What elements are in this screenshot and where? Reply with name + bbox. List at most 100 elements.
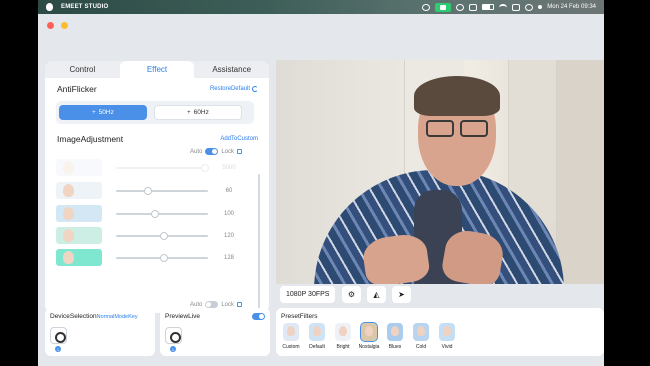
filter-default[interactable]: Default bbox=[306, 323, 328, 350]
person-glasses bbox=[426, 120, 492, 138]
normal-mode-key-link[interactable]: NormalModeKey bbox=[97, 314, 138, 320]
auto-lock-row: Auto Lock bbox=[190, 147, 243, 156]
antiflicker-60hz-button[interactable]: + 60Hz bbox=[154, 105, 242, 120]
white-balance-row: 5000 bbox=[56, 159, 246, 176]
restore-default-label: RestoreDefault bbox=[209, 86, 250, 92]
tab-effect[interactable]: Effect bbox=[119, 61, 195, 78]
filter-vivid[interactable]: Vivid bbox=[436, 323, 458, 350]
auto-label-2: Auto bbox=[190, 301, 203, 308]
display-icon[interactable] bbox=[469, 3, 478, 11]
tab-assistance[interactable]: Assistance bbox=[194, 61, 269, 78]
menu-clock[interactable]: Mon 24 Feb 09:34 bbox=[547, 4, 596, 10]
brightness-value: 60 bbox=[225, 187, 233, 194]
filter-nostalgia[interactable]: Nostalgia bbox=[358, 322, 380, 350]
menu-app-name[interactable]: EMEET STUDIO bbox=[61, 4, 108, 10]
contrast-preview bbox=[56, 205, 102, 222]
wifi-icon[interactable] bbox=[499, 3, 508, 11]
saturation-slider[interactable] bbox=[116, 231, 208, 240]
contrast-value: 100 bbox=[223, 210, 234, 217]
close-window-button[interactable] bbox=[47, 22, 54, 29]
resolution-selector[interactable]: 1080P 30FPS bbox=[280, 286, 336, 303]
brightness-slider[interactable] bbox=[116, 186, 208, 195]
live-count-badge: 1 bbox=[170, 346, 176, 352]
filter-thumbnail bbox=[283, 323, 299, 341]
white-balance-value: 5000 bbox=[222, 164, 236, 171]
auto-toggle[interactable] bbox=[205, 148, 219, 155]
saturation-slider-handle[interactable] bbox=[159, 231, 168, 240]
record-status-icon[interactable] bbox=[422, 3, 431, 11]
minimize-window-button[interactable] bbox=[61, 22, 68, 29]
preview-live-toggle[interactable] bbox=[252, 313, 265, 320]
person-hair bbox=[414, 76, 500, 116]
webcam-device-icon[interactable] bbox=[50, 327, 67, 344]
sharpness-slider[interactable] bbox=[116, 253, 208, 262]
device-count-badge: 1 bbox=[55, 346, 61, 352]
mirror-button[interactable]: ◭ bbox=[367, 286, 386, 303]
saturation-row: 120 bbox=[56, 227, 246, 244]
image-adjustment-title: ImageAdjustment bbox=[57, 134, 124, 144]
saturation-preview bbox=[56, 227, 102, 244]
settings-panel: Control Effect Assistance AntiFlicker Re… bbox=[45, 61, 269, 313]
share-button[interactable]: ➤ bbox=[392, 286, 411, 303]
restore-default-link[interactable]: RestoreDefault bbox=[210, 86, 258, 92]
menu-status-area: Mon 24 Feb 09:34 bbox=[422, 2, 596, 12]
settings-button[interactable]: ⚙ bbox=[342, 286, 361, 303]
settings-scrollbar[interactable] bbox=[258, 174, 260, 313]
antiflicker-header: AntiFlicker RestoreDefault bbox=[57, 84, 258, 94]
brightness-row: 60 bbox=[56, 182, 246, 199]
lock-icon-2[interactable] bbox=[237, 302, 243, 307]
white-balance-slider[interactable] bbox=[116, 163, 210, 172]
gear-icon: ⚙ bbox=[347, 290, 356, 299]
settings-tabs: Control Effect Assistance bbox=[45, 61, 269, 78]
spotlight-icon[interactable] bbox=[525, 3, 534, 11]
filter-blues[interactable]: Blues bbox=[384, 323, 406, 350]
antiflicker-50hz-label: 50Hz bbox=[98, 109, 114, 116]
menu-bar: EMEET STUDIO Mon 24 Feb 09:34 bbox=[38, 0, 604, 14]
filter-custom[interactable]: Custom bbox=[280, 323, 302, 350]
send-icon: ➤ bbox=[398, 290, 405, 299]
refresh-icon bbox=[252, 86, 258, 92]
filter-bright[interactable]: Bright bbox=[332, 323, 354, 350]
brightness-preview bbox=[56, 182, 102, 199]
preset-filters-title: PresetFilters bbox=[281, 313, 318, 320]
auto-toggle-2[interactable] bbox=[205, 301, 219, 308]
preview-live-panel: PreviewLive 1 bbox=[160, 308, 270, 356]
siri-icon[interactable] bbox=[538, 5, 543, 9]
contrast-slider-handle[interactable] bbox=[150, 209, 159, 218]
white-balance-slider-handle[interactable] bbox=[201, 163, 210, 172]
preview-toolbar: 1080P 30FPS ⚙ ◭ ➤ bbox=[276, 284, 604, 305]
preset-filters-panel: PresetFilters Custom Default Bright Nostalg… bbox=[276, 308, 604, 356]
antiflicker-60hz-label: 60Hz bbox=[193, 109, 209, 116]
camera-in-use-icon[interactable] bbox=[435, 2, 452, 12]
screen: EMEET STUDIO Mon 24 Feb 09:34 Control Ef… bbox=[0, 0, 650, 366]
apple-icon[interactable] bbox=[46, 3, 53, 11]
tab-control[interactable]: Control bbox=[45, 61, 120, 78]
filter-label: Vivid bbox=[441, 344, 453, 350]
filter-thumbnail bbox=[309, 323, 325, 341]
image-adjustment-header: ImageAdjustment AddToCustom bbox=[57, 134, 258, 144]
sharpness-slider-handle[interactable] bbox=[159, 253, 168, 262]
window-controls bbox=[47, 22, 68, 29]
filter-cold[interactable]: Cold bbox=[410, 323, 432, 350]
antiflicker-50hz-button[interactable]: + 50Hz bbox=[59, 105, 147, 120]
lock-icon[interactable] bbox=[237, 149, 243, 154]
sharpness-value: 128 bbox=[223, 254, 234, 261]
filter-thumbnail bbox=[413, 323, 429, 341]
filter-thumbnail bbox=[387, 323, 403, 341]
live-camera-icon[interactable] bbox=[165, 327, 182, 344]
brightness-slider-handle[interactable] bbox=[144, 186, 153, 195]
control-center-icon[interactable] bbox=[512, 3, 521, 11]
background-hallway bbox=[556, 60, 604, 284]
device-selection-label: DeviceSelection bbox=[50, 313, 97, 320]
contrast-slider[interactable] bbox=[116, 209, 208, 218]
device-selection-title: DeviceSelectionNormalModeKey bbox=[50, 313, 138, 320]
mirror-icon: ◭ bbox=[373, 290, 380, 299]
filter-thumbnail bbox=[360, 322, 378, 342]
antiflicker-selector: + 50Hz + 60Hz bbox=[56, 101, 254, 124]
steering-icon[interactable] bbox=[456, 3, 465, 11]
add-to-custom-link[interactable]: AddToCustom bbox=[220, 136, 258, 142]
sharpness-preview bbox=[56, 249, 102, 266]
white-balance-preview bbox=[56, 159, 102, 176]
battery-icon[interactable] bbox=[482, 4, 495, 10]
antiflicker-title: AntiFlicker bbox=[57, 84, 97, 94]
